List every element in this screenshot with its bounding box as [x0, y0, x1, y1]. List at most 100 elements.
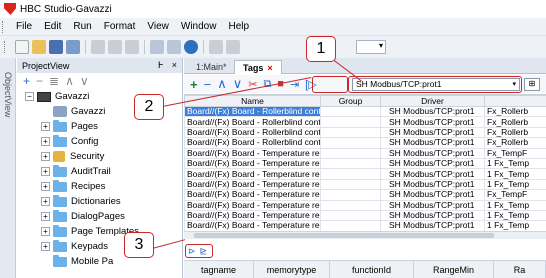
- cell-group[interactable]: [320, 137, 381, 149]
- column-header-tagname[interactable]: tagname: [184, 261, 254, 278]
- column-header-driver[interactable]: Driver: [380, 95, 485, 107]
- expand-node-icon[interactable]: +: [41, 122, 50, 131]
- tree-item[interactable]: Mobile Pa: [19, 254, 182, 269]
- tab-main[interactable]: 1:Main*: [188, 60, 235, 74]
- cell-driver[interactable]: SH Modbus/TCP:prot1: [380, 178, 485, 191]
- table-row[interactable]: Board//(Fx) Board - Temperature regul SH …: [184, 168, 546, 180]
- remove-tag-icon[interactable]: −: [204, 77, 212, 92]
- cell-extra[interactable]: 1 Fx_Temp: [484, 157, 546, 170]
- table-row[interactable]: Board//(Fx) Board - Rollerblind control.…: [184, 137, 546, 149]
- cell-name[interactable]: Board//(Fx) Board - Temperature regul: [184, 147, 321, 159]
- tree-item[interactable]: + Config: [19, 134, 182, 149]
- move-down-icon[interactable]: ∨: [80, 74, 89, 88]
- expand-node-icon[interactable]: +: [41, 167, 50, 176]
- cell-driver[interactable]: SH Modbus/TCP:prot1: [380, 220, 485, 231]
- cell-name[interactable]: Board//(Fx) Board - Temperature regul: [184, 157, 321, 170]
- align-icon[interactable]: [209, 40, 223, 54]
- expand-node-icon[interactable]: +: [41, 242, 50, 251]
- cell-name[interactable]: Board//(Fx) Board - Temperature regul: [184, 220, 321, 231]
- column-header-rangemin[interactable]: RangeMin: [414, 261, 494, 278]
- table-row[interactable]: Board//(Fx) Board - Temperature regul SH …: [184, 220, 546, 231]
- menu-run[interactable]: Run: [67, 21, 97, 32]
- table-row[interactable]: Board//(Fx) Board - Temperature regul SH …: [184, 157, 546, 170]
- cell-group[interactable]: [320, 178, 381, 191]
- table-row[interactable]: Board//(Fx) Board - Temperature regul SH …: [184, 189, 546, 201]
- cell-driver[interactable]: SH Modbus/TCP:prot1: [380, 157, 485, 170]
- cell-driver[interactable]: SH Modbus/TCP:prot1: [380, 116, 485, 128]
- menu-view[interactable]: View: [141, 21, 175, 32]
- add-tag-icon[interactable]: +: [190, 77, 198, 92]
- cell-extra[interactable]: 1 Fx_Temp: [484, 199, 546, 211]
- tree-item[interactable]: + Pages: [19, 119, 182, 134]
- tab-tags[interactable]: Tags ×: [234, 60, 282, 74]
- menu-help[interactable]: Help: [222, 21, 255, 32]
- table-row[interactable]: Board//(Fx) Board - Rollerblind control.…: [184, 126, 546, 139]
- redo-icon[interactable]: [167, 40, 181, 54]
- expand-node-icon[interactable]: +: [41, 137, 50, 146]
- column-header-extra[interactable]: [484, 95, 546, 107]
- expand-node-icon[interactable]: +: [41, 152, 50, 161]
- cell-extra[interactable]: Fx_Rollerb: [484, 126, 546, 139]
- tree-item[interactable]: + Recipes: [19, 179, 182, 194]
- expand-node-icon[interactable]: +: [41, 197, 50, 206]
- table-row[interactable]: Board//(Fx) Board - Temperature regul SH …: [184, 178, 546, 191]
- cell-name[interactable]: Board//(Fx) Board - Temperature regul: [184, 168, 321, 180]
- cell-group[interactable]: [320, 168, 381, 180]
- cell-extra[interactable]: Fx_TempF: [484, 147, 546, 159]
- cell-name[interactable]: Board//(Fx) Board - Temperature regul: [184, 178, 321, 191]
- tree-item[interactable]: + Security: [19, 149, 182, 164]
- copy-icon[interactable]: [108, 40, 122, 54]
- cell-extra[interactable]: Fx_Rollerb: [484, 116, 546, 128]
- expand-node-icon[interactable]: +: [41, 212, 50, 221]
- filter-button[interactable]: ⊞: [524, 78, 540, 91]
- cell-group[interactable]: [320, 189, 381, 201]
- table-row[interactable]: Board//(Fx) Board - Temperature regul SH …: [184, 209, 546, 222]
- cell-group[interactable]: [320, 116, 381, 128]
- cell-extra[interactable]: 1 Fx_Temp: [484, 209, 546, 222]
- cell-name[interactable]: Board//(Fx) Board - Temperature regul: [184, 209, 321, 222]
- cell-group[interactable]: [320, 220, 381, 231]
- expand-node-icon[interactable]: +: [41, 182, 50, 191]
- cell-group[interactable]: [320, 157, 381, 170]
- cell-name[interactable]: Board//(Fx) Board - Rollerblind control.: [184, 126, 321, 139]
- cell-group[interactable]: [320, 209, 381, 222]
- collapse-node-icon[interactable]: −: [25, 92, 34, 101]
- table-row[interactable]: Board//(Fx) Board - Rollerblind control.…: [184, 105, 546, 118]
- toolbar-combo[interactable]: ▾: [356, 40, 386, 54]
- cell-driver[interactable]: SH Modbus/TCP:prot1: [380, 137, 485, 149]
- menu-format[interactable]: Format: [98, 21, 142, 32]
- cell-driver[interactable]: SH Modbus/TCP:prot1: [380, 209, 485, 222]
- undo-icon[interactable]: [150, 40, 164, 54]
- tree-item[interactable]: + Dictionaries: [19, 194, 182, 209]
- menu-file[interactable]: File: [10, 21, 38, 32]
- cell-driver[interactable]: SH Modbus/TCP:prot1: [380, 105, 485, 118]
- cell-group[interactable]: [320, 147, 381, 159]
- cell-extra[interactable]: 1 Fx_Temp: [484, 178, 546, 191]
- column-header-group[interactable]: Group: [320, 95, 381, 107]
- menu-window[interactable]: Window: [175, 21, 223, 32]
- save-all-icon[interactable]: [66, 40, 80, 54]
- tree-item[interactable]: + AuditTrail: [19, 164, 182, 179]
- cell-extra[interactable]: 1 Fx_Temp: [484, 220, 546, 231]
- cell-extra[interactable]: Fx_TempF: [484, 189, 546, 201]
- table-row[interactable]: Board//(Fx) Board - Rollerblind control.…: [184, 116, 546, 128]
- cell-group[interactable]: [320, 126, 381, 139]
- horizontal-scrollbar[interactable]: [184, 231, 546, 239]
- open-folder-icon[interactable]: [32, 40, 46, 54]
- cell-driver[interactable]: SH Modbus/TCP:prot1: [380, 168, 485, 180]
- pin-icon[interactable]: Ͱ: [158, 60, 164, 71]
- list-icon[interactable]: ≣: [49, 74, 59, 88]
- cell-name[interactable]: Board//(Fx) Board - Rollerblind control.: [184, 105, 321, 118]
- cell-name[interactable]: Board//(Fx) Board - Rollerblind control.: [184, 137, 321, 149]
- layout-icon[interactable]: [226, 40, 240, 54]
- menu-edit[interactable]: Edit: [38, 21, 67, 32]
- cell-driver[interactable]: SH Modbus/TCP:prot1: [380, 147, 485, 159]
- column-header-rangemax[interactable]: Ra: [494, 261, 546, 278]
- move-up-icon[interactable]: ∧: [65, 74, 74, 88]
- cell-name[interactable]: Board//(Fx) Board - Rollerblind control.: [184, 116, 321, 128]
- cell-extra[interactable]: Fx_Rollerb: [484, 137, 546, 149]
- cell-driver[interactable]: SH Modbus/TCP:prot1: [380, 199, 485, 211]
- cell-driver[interactable]: SH Modbus/TCP:prot1: [380, 126, 485, 139]
- cell-group[interactable]: [320, 199, 381, 211]
- cut-icon[interactable]: [91, 40, 105, 54]
